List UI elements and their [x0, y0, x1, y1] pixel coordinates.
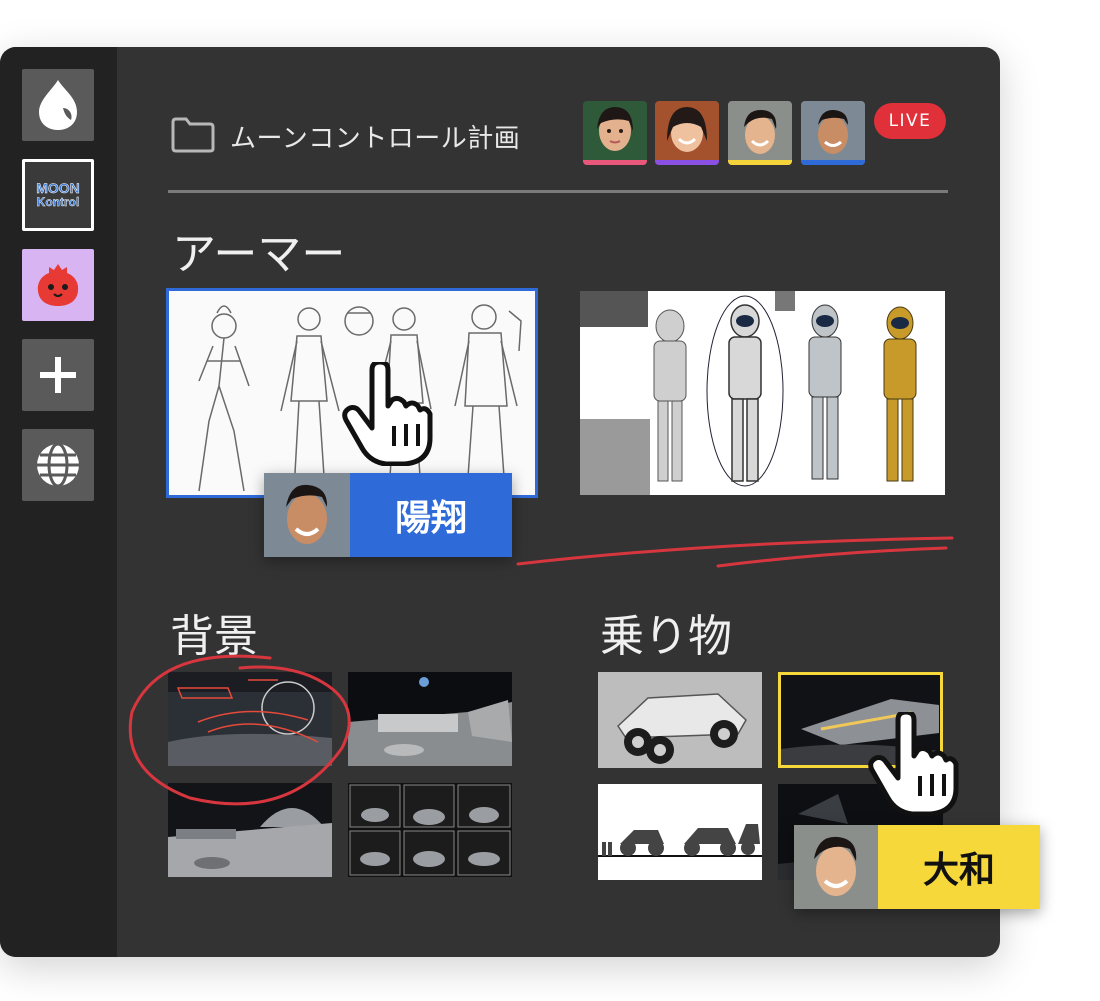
presence-bar: [583, 160, 647, 165]
folder-icon: [171, 117, 215, 153]
pointer-hand-cursor-icon: [342, 362, 433, 466]
cursor-name-label: 大和: [878, 825, 1040, 909]
storyboard-image: [348, 783, 512, 877]
pointer-hand-cursor-icon: [868, 712, 959, 816]
section-title-vehicles: 乗り物: [600, 611, 732, 662]
sidebar-rail: MOON Kontrol: [0, 47, 117, 957]
collaborator-avatar[interactable]: [728, 101, 792, 165]
explore-button[interactable]: [22, 429, 94, 501]
cursor-avatar: [264, 473, 350, 557]
header-divider: [168, 190, 948, 193]
presence-bar: [655, 160, 719, 165]
circle-annotation: [128, 654, 351, 806]
board-title[interactable]: ムーンコントロール計画: [230, 118, 520, 155]
collaborator-avatar[interactable]: [801, 101, 865, 165]
drop-logo-icon: [39, 80, 77, 130]
person-portrait: [801, 101, 865, 165]
lunar-surface-image: [348, 672, 512, 766]
vehicle-thumb-1[interactable]: [598, 672, 762, 768]
logo-text-line1: MOON: [36, 180, 80, 196]
workspace-moonkontrol[interactable]: MOON Kontrol: [22, 159, 94, 231]
annotation-strokes: [516, 536, 954, 568]
red-mascot-icon: [37, 264, 79, 306]
cursor-avatar: [794, 825, 878, 909]
app-logo-button[interactable]: [22, 69, 94, 141]
vehicle-thumb-3[interactable]: [598, 784, 762, 880]
presence-bar: [801, 160, 865, 165]
armor-concept-card[interactable]: [580, 291, 945, 495]
collaborator-cursor-tag: 陽翔: [264, 473, 512, 557]
live-badge: LIVE: [874, 103, 946, 139]
logo-text-line2: Kontrol: [36, 195, 80, 209]
background-thumb-2[interactable]: [348, 672, 512, 766]
person-portrait: [794, 825, 878, 909]
globe-icon: [37, 442, 79, 488]
collaborator-cursor-tag: 大和: [794, 825, 1040, 909]
person-portrait: [728, 101, 792, 165]
workspace-mascot[interactable]: [22, 249, 94, 321]
cursor-name-label: 陽翔: [350, 473, 512, 557]
section-title-armor: アーマー: [172, 229, 346, 280]
plus-icon: [40, 357, 76, 393]
background-thumb-4[interactable]: [348, 783, 512, 877]
rover-render-image: [598, 672, 762, 768]
add-workspace-button[interactable]: [22, 339, 94, 411]
presence-bar: [728, 160, 792, 165]
person-portrait: [655, 101, 719, 165]
moonkontrol-logo: MOON Kontrol: [25, 162, 91, 228]
collaborator-avatar[interactable]: [583, 101, 647, 165]
person-portrait: [583, 101, 647, 165]
person-portrait: [264, 473, 350, 557]
spacesuit-concept-image: [580, 291, 945, 495]
collaborator-avatar[interactable]: [655, 101, 719, 165]
vehicle-lineup-image: [598, 784, 762, 880]
